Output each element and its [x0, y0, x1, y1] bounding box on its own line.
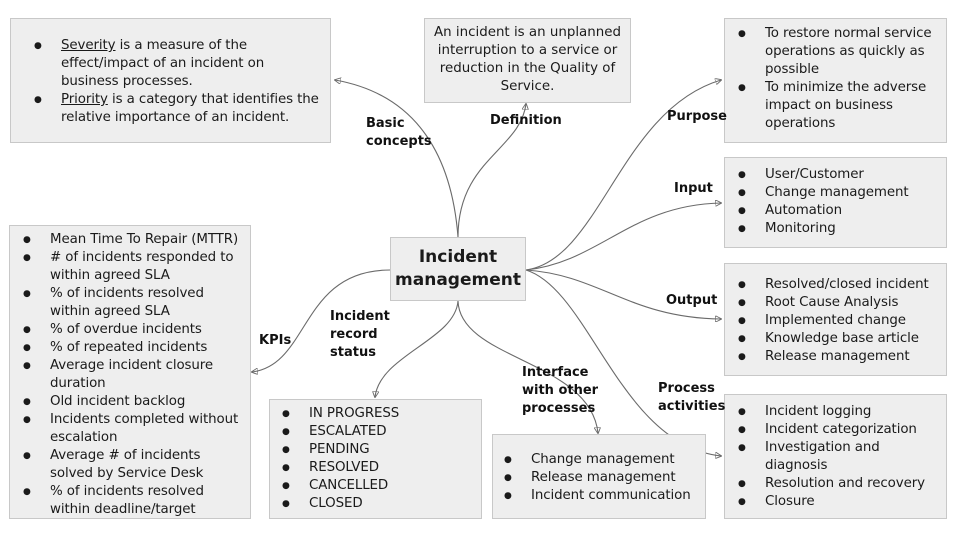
list-item: Incident communication	[504, 487, 699, 505]
list-item: Severity is a measure of the effect/impa…	[34, 37, 320, 91]
basic-concepts-label: Basic concepts	[366, 116, 432, 149]
list-item: CLOSED	[282, 495, 475, 513]
process-activities-box: Incident logging Incident categorization…	[724, 394, 947, 519]
list-item: Resolved/closed incident	[738, 276, 940, 294]
list-item: Average incident closure duration	[23, 357, 246, 393]
list-item: Incident categorization	[738, 421, 940, 439]
basic-concepts-box: Severity is a measure of the effect/impa…	[10, 18, 331, 143]
interface-box: Change management Release management Inc…	[492, 434, 706, 519]
record-status-label: Incident record status	[330, 309, 390, 360]
list-item: % of repeated incidents	[23, 339, 246, 357]
list-item: CANCELLED	[282, 477, 475, 495]
purpose-label: Purpose	[667, 109, 727, 124]
list-item: User/Customer	[738, 166, 940, 184]
output-label: Output	[666, 293, 718, 308]
list-item: Change management	[504, 451, 699, 469]
record-status-box: IN PROGRESS ESCALATED PENDING RESOLVED C…	[269, 399, 482, 519]
connector-basic-concepts	[335, 80, 459, 238]
list-item: ESCALATED	[282, 423, 475, 441]
priority-term: Priority	[61, 92, 108, 107]
list-item: Implemented change	[738, 312, 940, 330]
list-item: Mean Time To Repair (MTTR)	[23, 231, 246, 249]
list-item: Monitoring	[738, 220, 940, 238]
input-box: User/Customer Change management Automati…	[724, 157, 947, 248]
connector-input	[525, 203, 721, 271]
definition-box: An incident is an unplanned interruption…	[424, 18, 631, 103]
process-activities-label: Process activities	[658, 381, 726, 414]
list-item: RESOLVED	[282, 459, 475, 477]
purpose-box: To restore normal service operations as …	[724, 18, 947, 143]
list-item: Automation	[738, 202, 940, 220]
list-item: % of overdue incidents	[23, 321, 246, 339]
list-item: Investigation and diagnosis	[738, 439, 940, 475]
list-item: Knowledge base article	[738, 330, 940, 348]
list-item: To restore normal service operations as …	[738, 25, 940, 79]
central-title-line2: management	[395, 270, 521, 290]
list-item: PENDING	[282, 441, 475, 459]
list-item: Root Cause Analysis	[738, 294, 940, 312]
list-item: Old incident backlog	[23, 393, 246, 411]
kpis-box: Mean Time To Repair (MTTR) # of incident…	[9, 225, 251, 519]
definition-text: An incident is an unplanned interruption…	[434, 25, 621, 94]
list-item: Release management	[504, 469, 699, 487]
list-item: % of incidents resolved within agreed SL…	[23, 285, 246, 321]
list-item: To minimize the adverse impact on busine…	[738, 79, 940, 133]
list-item: Closure	[738, 493, 940, 511]
kpis-label: KPIs	[259, 333, 292, 348]
list-item: Priority is a category that identifies t…	[34, 91, 320, 127]
output-box: Resolved/closed incident Root Cause Anal…	[724, 263, 947, 376]
list-item: # of incidents responded to within agree…	[23, 249, 246, 285]
list-item: Average # of incidents solved by Service…	[23, 447, 246, 483]
list-item: Resolution and recovery	[738, 475, 940, 493]
definition-label: Definition	[490, 113, 562, 128]
severity-term: Severity	[61, 38, 116, 53]
interface-label: Interface with other processes	[522, 365, 599, 416]
list-item: % of incidents resolved within deadline/…	[23, 483, 246, 519]
input-label: Input	[674, 181, 713, 196]
list-item: Change management	[738, 184, 940, 202]
list-item: IN PROGRESS	[282, 405, 475, 423]
list-item: Incidents completed without escalation	[23, 411, 246, 447]
list-item: Incident logging	[738, 403, 940, 421]
central-node-incident-management[interactable]: Incident management	[390, 237, 526, 301]
list-item: Release management	[738, 348, 940, 366]
central-title-line1: Incident	[418, 247, 498, 267]
